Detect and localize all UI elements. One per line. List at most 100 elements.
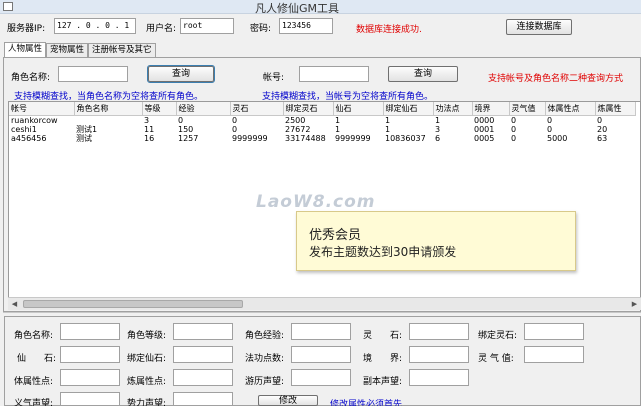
table-cell: 1 [335, 124, 341, 134]
column-header[interactable]: 境界 [472, 102, 510, 116]
table-cell: 0 [511, 115, 517, 125]
table-cell: 150 [178, 124, 194, 134]
edit-lingqi-label: 灵 气 值: [478, 354, 514, 364]
table-cell: 测试1 [76, 124, 98, 134]
edit-bound-xianshi-label: 绑定仙石: [127, 354, 167, 364]
username-input[interactable]: root [180, 18, 234, 34]
tab-character-attributes[interactable]: 人物属性 [4, 42, 47, 58]
edit-xianshi-input[interactable] [60, 346, 120, 363]
divider [3, 312, 641, 313]
watermark: LaoW8.com [256, 192, 376, 212]
edit-lingshi-label: 灵 石: [363, 331, 403, 341]
table-cell: 20 [597, 124, 608, 134]
column-header[interactable]: 绑定灵石 [283, 102, 334, 116]
column-header[interactable]: 功法点 [433, 102, 473, 116]
edit-yiqi-fame-label: 义气声望: [14, 399, 54, 406]
table-cell: 0 [511, 124, 517, 134]
column-header[interactable]: 仙石 [333, 102, 384, 116]
account-search-input[interactable] [299, 66, 369, 82]
edit-role-name-label: 角色名称: [14, 331, 54, 341]
table-cell: 测试 [76, 133, 92, 143]
edit-yiqi-fame-input[interactable] [60, 392, 120, 406]
column-header[interactable]: 角色名称 [74, 102, 143, 116]
tab-pet-attributes[interactable]: 宠物属性 [46, 43, 89, 57]
tooltip-title: 优秀会员 [309, 228, 362, 243]
edit-lingqi-input[interactable] [524, 346, 584, 363]
edit-power-fame-input[interactable] [173, 392, 233, 406]
edit-skill-points-label: 法功点数: [245, 354, 285, 364]
edit-power-fame-label: 势力声望: [127, 399, 167, 406]
table-cell: ruankorcow [11, 115, 58, 125]
column-header[interactable]: 体属性点 [545, 102, 596, 116]
table-cell: 1 [385, 115, 391, 125]
column-header[interactable]: 经验 [176, 102, 231, 116]
scrollbar-thumb[interactable] [23, 300, 243, 308]
table-cell: 2500 [285, 115, 306, 125]
edit-refine-points-label: 炼属性点: [127, 377, 167, 387]
table-cell: 1 [385, 124, 391, 134]
table-row[interactable]: a456456 测试 16 1257 9999999 33174488 9999… [9, 134, 635, 143]
edit-realm-input[interactable] [409, 346, 469, 363]
column-header[interactable]: 灵石 [230, 102, 284, 116]
title-bar: 凡人修仙GM工具 [0, 0, 641, 15]
table-cell: 1 [435, 115, 441, 125]
column-header[interactable]: 等级 [142, 102, 177, 116]
edit-role-exp-input[interactable] [291, 323, 351, 340]
account-label: 帐号: [263, 73, 285, 83]
table-row[interactable]: ceshi1 测试1 11 150 0 27672 1 1 3 0001 0 0… [9, 125, 635, 134]
edit-body-points-input[interactable] [60, 369, 120, 386]
query-by-role-button[interactable]: 查询 [147, 65, 215, 83]
table-cell: 0000 [474, 115, 495, 125]
edit-bound-lingshi-input[interactable] [524, 323, 584, 340]
connection-status: 数据库连接成功. [356, 25, 422, 35]
tab-register-account[interactable]: 注册帐号及其它 [88, 43, 156, 57]
edit-lingshi-input[interactable] [409, 323, 469, 340]
edit-xianshi-label: 仙 石: [17, 354, 57, 364]
scroll-right-icon[interactable]: ▶ [628, 298, 641, 310]
server-ip-input[interactable]: 127 . 0 . 0 . 1 [54, 18, 136, 34]
edit-role-level-label: 角色等级: [127, 331, 167, 341]
query-by-account-button[interactable]: 查询 [388, 66, 458, 82]
edit-role-level-input[interactable] [173, 323, 233, 340]
edit-body-points-label: 体属性点: [14, 377, 54, 387]
tooltip-body: 发布主题数达到30申请颁发 [309, 245, 457, 259]
edit-skill-points-input[interactable] [291, 346, 351, 363]
table-cell: 0001 [474, 124, 495, 134]
table-cell: 1 [335, 115, 341, 125]
edit-realm-label: 境 界: [363, 354, 403, 364]
column-header[interactable]: 绑定仙石 [383, 102, 434, 116]
app-icon [3, 2, 13, 11]
column-header[interactable]: 灵气值 [509, 102, 546, 116]
modify-attributes-button[interactable]: 修改 [258, 395, 318, 406]
table-cell: 5000 [547, 133, 568, 143]
connect-database-button[interactable]: 连接数据库 [506, 19, 572, 35]
table-row[interactable]: ruankorcow 3 0 0 2500 1 1 1 0000 0 0 0 [9, 115, 635, 125]
table-horizontal-scrollbar[interactable]: ◀ ▶ [8, 297, 641, 310]
table-cell: 0 [511, 133, 517, 143]
role-name-search-input[interactable] [58, 66, 128, 82]
edit-bound-lingshi-label: 绑定灵石: [478, 331, 518, 341]
edit-role-name-input[interactable] [60, 323, 120, 340]
column-header[interactable]: 炼属性 [595, 102, 636, 116]
table-cell: 0 [597, 115, 603, 125]
role-name-label: 角色名称: [11, 73, 51, 83]
table-cell: 0 [232, 124, 238, 134]
table-cell: 0 [547, 124, 553, 134]
column-header[interactable]: 帐号 [9, 102, 75, 116]
scroll-left-icon[interactable]: ◀ [8, 298, 21, 310]
edit-refine-points-input[interactable] [173, 369, 233, 386]
edit-history-fame-label: 游历声望: [245, 377, 285, 387]
edit-dungeon-fame-input[interactable] [409, 369, 469, 386]
password-input[interactable]: 123456 [279, 18, 333, 34]
table-cell: 63 [597, 133, 608, 143]
edit-history-fame-input[interactable] [291, 369, 351, 386]
table-cell: 3 [435, 124, 441, 134]
table-cell: 27672 [285, 124, 311, 134]
table-cell: 1257 [178, 133, 199, 143]
table-cell: 9999999 [232, 133, 268, 143]
username-label: 用户名: [146, 24, 177, 34]
edit-bound-xianshi-input[interactable] [173, 346, 233, 363]
table-cell: 3 [144, 115, 150, 125]
table-cell: 0 [178, 115, 184, 125]
table-cell: 10836037 [385, 133, 426, 143]
